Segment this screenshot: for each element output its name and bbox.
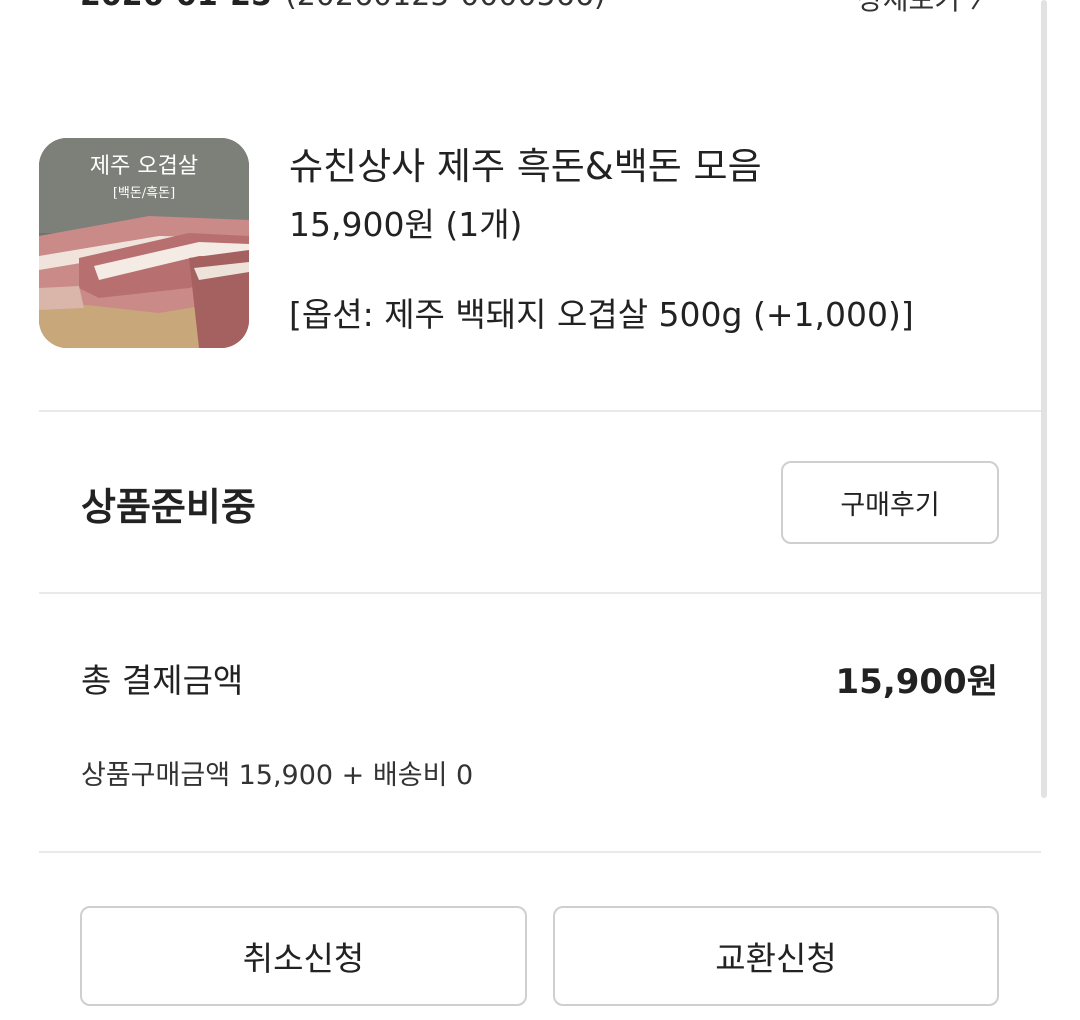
write-review-button[interactable]: 구매후기 (781, 461, 999, 544)
total-payment-value: 15,900원 (835, 662, 998, 702)
chevron-right-icon: 〉 (970, 0, 1000, 13)
scrollbar[interactable] (1041, 0, 1047, 798)
divider (39, 410, 1041, 412)
divider (39, 592, 1041, 594)
total-payment-label: 총 결제금액 (81, 661, 244, 700)
cancel-request-button[interactable]: 취소신청 (80, 906, 527, 1006)
thumbnail-text-line2: [백돈/흑돈] (112, 186, 176, 201)
product-thumbnail-caption: 제주 오겹살 [백돈/흑돈] (39, 148, 249, 201)
exchange-request-button[interactable]: 교환신청 (553, 906, 999, 1006)
payment-breakdown: 상품구매금액 15,900 + 배송비 0 (81, 760, 474, 791)
product-name[interactable]: 슈친상사 제주 흑돈&백돈 모음 (289, 136, 762, 190)
order-number: (20260125-0000566) (285, 0, 606, 13)
divider (39, 851, 1041, 853)
order-status: 상품준비중 (81, 485, 256, 529)
order-detail-link-label: 상세보기 (857, 0, 960, 18)
product-thumbnail[interactable]: 제주 오겹살 [백돈/흑돈] (39, 138, 249, 348)
product-price: 15,900원 (1개) (289, 205, 523, 244)
product-option: [옵션: 제주 백돼지 오겹살 500g (+1,000)] (289, 295, 914, 334)
order-header: 2026-01-25 (20260125-0000566) 상세보기 〉 (80, 0, 1000, 28)
order-date: 2026-01-25 (80, 0, 272, 13)
order-detail-link[interactable]: 상세보기 〉 (857, 0, 1000, 18)
thumbnail-text-line1: 제주 오겹살 (89, 154, 199, 179)
